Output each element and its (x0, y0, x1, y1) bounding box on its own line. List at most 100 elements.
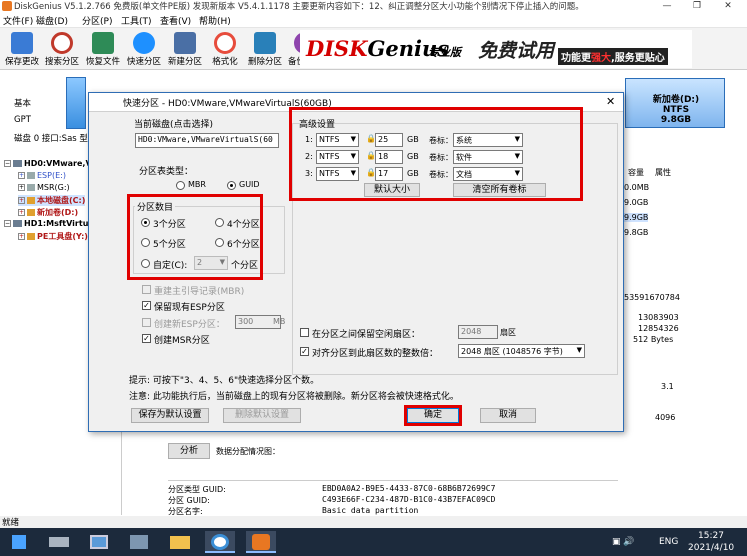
partition-table-label: 分区表类型： (139, 167, 194, 177)
keep-esp-checkbox[interactable]: ✓ (142, 301, 151, 310)
quick-partition-icon (133, 32, 155, 54)
analyze-button[interactable]: 分析 (168, 443, 210, 459)
save-changes-button[interactable]: 保存更改 (2, 30, 42, 68)
align-checkbox[interactable]: ✓ (300, 347, 309, 356)
delete-default-button[interactable]: 删除默认设置 (223, 408, 301, 423)
partition-name-value: Basic data partition (322, 506, 419, 515)
disk-basic-label: 基本 (14, 99, 32, 109)
disk-map-partition-d[interactable]: 新加卷(D:) NTFS 9.8GB (625, 78, 725, 128)
magnifier-icon (51, 32, 73, 54)
dialog-close-icon[interactable]: ✕ (606, 95, 615, 108)
tip-text: 提示: 可按下"3、4、5、6"快速选择分区个数。 (129, 376, 320, 386)
menu-help[interactable]: 帮助(H) (199, 14, 231, 27)
window-title: DiskGenius V5.1.2.766 免费版(单文件PE版) 发现新版本 … (14, 2, 584, 12)
quick-partition-button[interactable]: 快速分区 (124, 30, 164, 68)
trash-icon (254, 32, 276, 54)
partition-type-guid-value: EBD0A0A2-B9E5-4433-87C0-68B6B72699C7 (322, 484, 496, 493)
network-icon[interactable] (124, 531, 154, 553)
detail-value: 4096 (655, 413, 676, 422)
maximize-button[interactable]: ❐ (685, 0, 709, 12)
app-icon (2, 1, 12, 11)
save-default-button[interactable]: 保存为默认设置 (131, 408, 209, 423)
cancel-button[interactable]: 取消 (480, 408, 536, 423)
clock-time[interactable]: 15:27 (698, 531, 724, 541)
delete-partition-button[interactable]: 删除分区 (245, 30, 285, 68)
menu-view[interactable]: 查看(V) (160, 14, 191, 27)
current-disk-label: 当前磁盘(点击选择) (134, 120, 214, 130)
disk-map-segment[interactable] (66, 77, 86, 129)
tree-item-d-drive[interactable]: + 新加卷(D:) (18, 207, 78, 218)
disk-drive-icon (174, 32, 196, 54)
format-button[interactable]: 格式化 (205, 30, 245, 68)
computer-icon[interactable] (84, 531, 114, 553)
diskgenius-g-icon[interactable] (205, 531, 235, 553)
keep-free-sectors-input[interactable]: 2048 (458, 325, 498, 339)
data-allocation-label: 数据分配情况图： (216, 447, 280, 456)
minimize-button[interactable]: — (655, 0, 679, 12)
menu-partition[interactable]: 分区(P) (82, 14, 112, 27)
menu-file[interactable]: 文件(F) (3, 14, 33, 27)
warning-text: 注意: 此功能执行后，当前磁盘上的现有分区将被删除。新分区将会被快速格式化。 (129, 392, 459, 402)
rebuild-mbr-checkbox[interactable] (142, 285, 151, 294)
language-indicator[interactable]: ENG (659, 537, 678, 547)
highlight-partition-count (127, 194, 263, 280)
capacity-cell: 0.0MB (624, 183, 650, 192)
detail-value: 512 Bytes (633, 335, 674, 344)
capacity-cell: 9.9GB (624, 213, 649, 222)
align-select[interactable]: 2048 扇区 (1048576 字节) ▼ (458, 344, 585, 358)
partition-icon (27, 197, 35, 204)
detail-value: 13083903 (638, 313, 679, 322)
tree-item-c-drive[interactable]: + 本地磁盘(C:) (18, 195, 86, 206)
menu-disk[interactable]: 磁盘(D) (36, 14, 68, 27)
current-disk-field[interactable]: HD0:VMware,VMwareVirtualS(60 (135, 133, 279, 148)
partition-guid-label: 分区 GUID: (168, 496, 210, 505)
create-msr-label: 创建MSR分区 (154, 336, 210, 346)
keep-free-sectors-checkbox[interactable] (300, 328, 309, 337)
keep-esp-label: 保留现有ESP分区 (154, 303, 225, 313)
detail-value: 3.1 (661, 382, 674, 391)
new-partition-button[interactable]: 新建分区 (165, 30, 205, 68)
promo-banner[interactable]: DISKGenius 专业版 免费试用 功能更强大,服务更贴心 (300, 30, 692, 68)
partition-icon (27, 184, 35, 191)
diskgenius-app-icon[interactable] (246, 531, 276, 553)
quick-partition-dialog: 快速分区 - HD0:VMware,VMwareVirtualS(60GB) ✕… (88, 92, 624, 432)
disk-icon (13, 220, 22, 227)
usb-drive-icon[interactable] (44, 531, 74, 553)
create-esp-label: 创建新ESP分区： (154, 320, 225, 330)
guid-label: GUID (239, 180, 260, 189)
chevron-down-icon: ▼ (576, 346, 582, 354)
search-partition-button[interactable]: 搜索分区 (42, 30, 82, 68)
mbr-radio[interactable] (176, 181, 185, 190)
partition-type-guid-label: 分区类型 GUID: (168, 485, 226, 494)
recover-box-icon (92, 32, 114, 54)
menu-bar: 文件(F) 磁盘(D) 分区(P) 工具(T) 查看(V) 帮助(H) (0, 12, 747, 28)
highlight-ok-button (404, 405, 462, 426)
promo-text: 免费试用 功能更强大,服务更贴心 (478, 36, 688, 65)
recover-files-button[interactable]: 恢复文件 (83, 30, 123, 68)
tree-item-pe-drive[interactable]: + PE工具盘(Y:) (18, 231, 88, 242)
guid-radio[interactable] (227, 181, 236, 190)
tree-item-esp[interactable]: + ESP(E:) (18, 171, 66, 180)
menu-tools[interactable]: 工具(T) (121, 14, 152, 27)
partition-icon (27, 172, 35, 179)
folder-icon[interactable] (165, 531, 195, 553)
partition-guid-value: C493E66F-C234-487D-B1C0-43B7EFAC09CD (322, 495, 496, 504)
tree-item-msr[interactable]: + MSR(G:) (18, 183, 70, 192)
edition-label: 专业版 (428, 46, 461, 59)
highlight-advanced-settings (289, 107, 583, 201)
create-esp-checkbox[interactable] (142, 318, 151, 327)
clock-date[interactable]: 2021/4/10 (688, 543, 734, 553)
align-label: 对齐分区到此扇区数的整数倍： (312, 349, 439, 359)
column-header-capacity: 容量 (628, 168, 644, 177)
capacity-cell: 9.8GB (624, 228, 649, 237)
rebuild-mbr-label: 重建主引导记录(MBR) (154, 287, 245, 297)
detail-value: 12854326 (638, 324, 679, 333)
status-bar: 就绪 (0, 516, 747, 528)
mbr-label: MBR (188, 180, 206, 189)
create-msr-checkbox[interactable]: ✓ (142, 334, 151, 343)
disk-icon (13, 160, 22, 167)
partition-icon (27, 233, 35, 240)
start-icon[interactable] (6, 531, 36, 553)
tray-icons[interactable]: ▣ 🔊 (612, 537, 635, 547)
close-button[interactable]: ✕ (716, 0, 740, 12)
